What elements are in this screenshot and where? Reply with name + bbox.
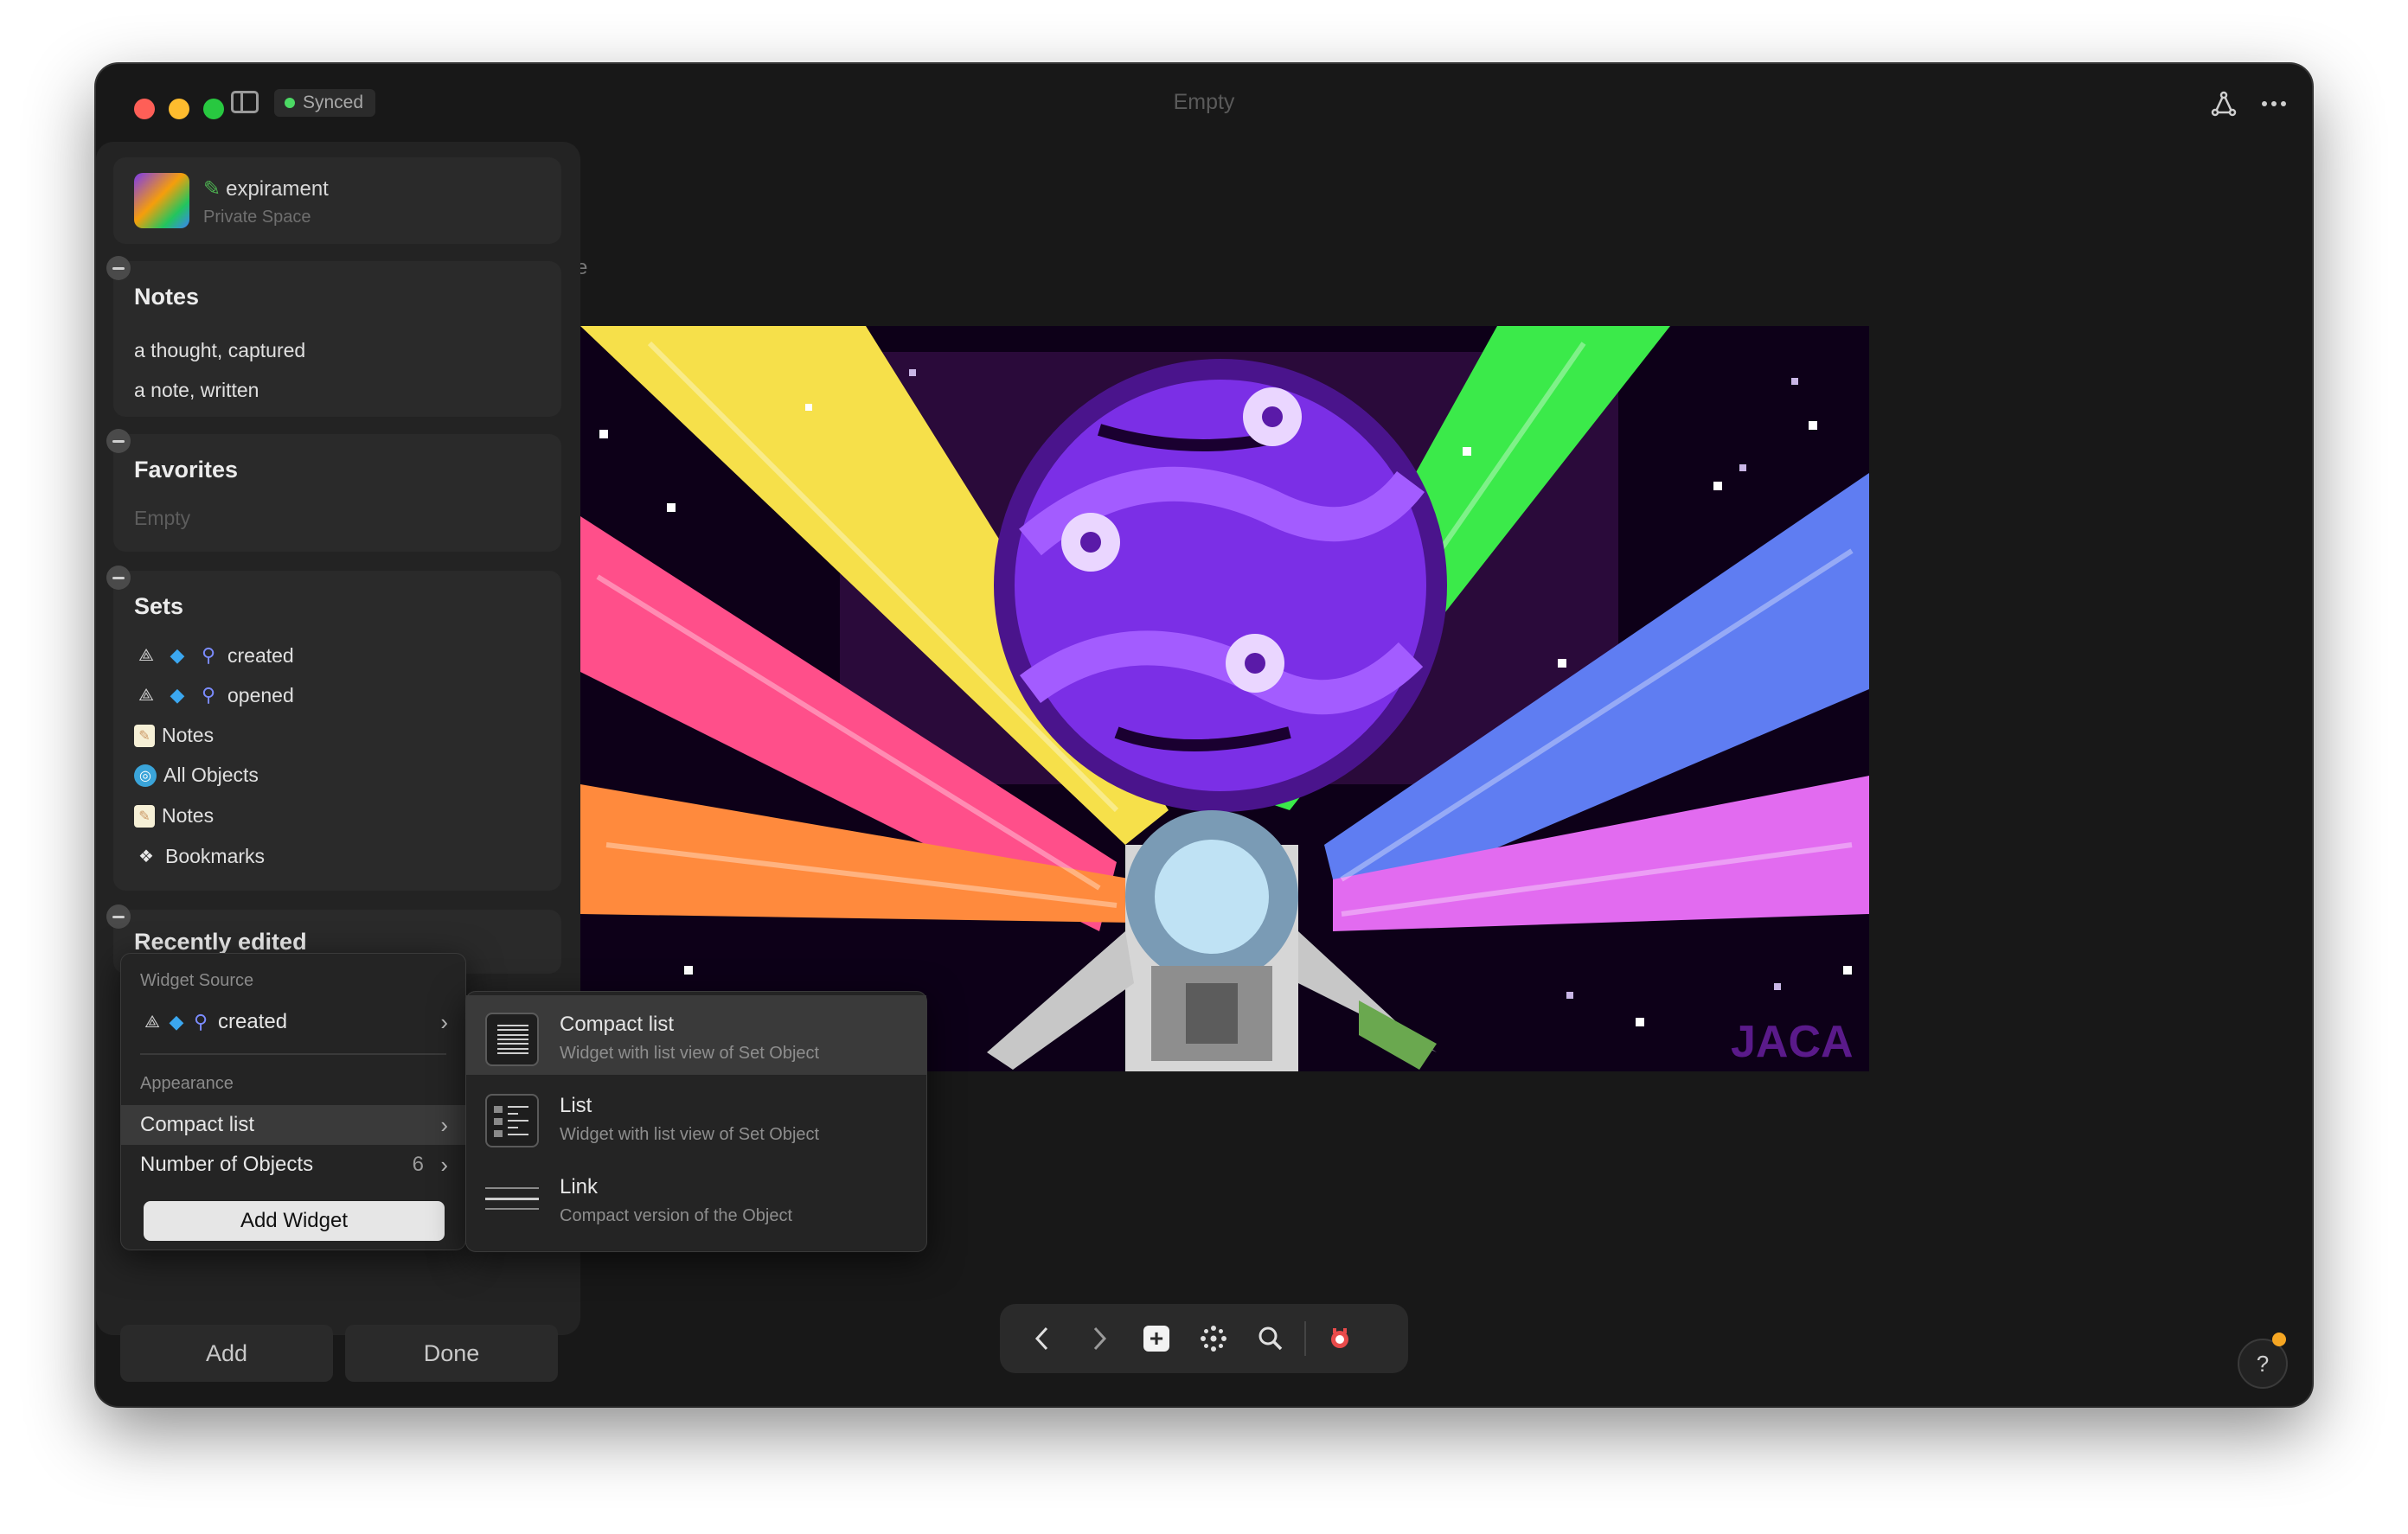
space-avatar [134, 173, 189, 228]
toolbar-divider [1304, 1321, 1306, 1356]
memo-icon: ✎ [134, 804, 155, 828]
triangle-icon: ⟁ [144, 1012, 160, 1032]
link-icon: ⚲ [201, 644, 216, 666]
submenu-item-title: Compact list [560, 1013, 675, 1036]
chevron-right-icon: › [440, 1008, 448, 1035]
objects-label: Number of Objects [140, 1153, 314, 1176]
bookmark-icon: ❖ [138, 847, 154, 866]
submenu-item-compact-list[interactable]: Compact list Widget with list view of Se… [466, 995, 926, 1075]
section-label: Widget Source [140, 971, 254, 990]
space-type: Private Space [203, 208, 311, 227]
link-icon: ⚲ [201, 684, 216, 706]
list-item[interactable]: a thought, captured [134, 339, 305, 362]
remove-widget-icon[interactable] [106, 904, 131, 929]
widget-title: Notes [134, 284, 200, 310]
done-button[interactable]: Done [345, 1325, 558, 1382]
submenu-item-title: List [560, 1094, 592, 1117]
link-style-icon [485, 1187, 539, 1210]
submenu-item-desc: Widget with list view of Set Object [560, 1125, 820, 1144]
widget-sets[interactable]: Sets ⟁ ◆ ⚲ created ⟁ ◆ ⚲ opened ✎ Notes … [113, 571, 561, 891]
diamond-icon: ◆ [170, 684, 185, 706]
widget-notes[interactable]: Notes a thought, captured a note, writte… [113, 261, 561, 417]
empty-placeholder: Empty [134, 507, 191, 529]
window-title: Empty [1173, 90, 1235, 114]
globe-icon: ◎ [134, 764, 157, 787]
list-item[interactable]: a note, written [134, 379, 259, 402]
add-widget-button[interactable]: Add Widget [144, 1201, 445, 1241]
widget-settings-popup: Widget Source ⟁ ◆ ⚲ created › Appearance… [120, 953, 466, 1250]
appearance-value: Compact list [140, 1113, 255, 1136]
chevron-right-icon: › [440, 1111, 448, 1138]
objects-count: 6 [412, 1153, 424, 1176]
title-bar: Synced Empty [96, 64, 2312, 150]
chevron-right-icon: › [440, 1151, 448, 1178]
triangle-icon: ⟁ [138, 685, 154, 705]
remove-widget-icon[interactable] [106, 566, 131, 590]
help-notification-dot [2272, 1333, 2286, 1346]
graph-view-icon[interactable] [1185, 1310, 1242, 1367]
submenu-item-list[interactable]: List Widget with list view of Set Object [466, 1077, 926, 1156]
list-icon [485, 1094, 539, 1147]
appearance-submenu: Compact list Widget with list view of Se… [465, 991, 927, 1252]
source-value: created [218, 1010, 288, 1033]
widget-favorites[interactable]: Favorites Empty [113, 434, 561, 552]
list-item[interactable]: ⟁ ◆ ⚲ opened [134, 683, 294, 707]
list-item[interactable]: ❖ Bookmarks [134, 844, 265, 868]
profile-avatar-icon[interactable] [1311, 1310, 1368, 1367]
cover-image: JACA [580, 326, 1869, 1071]
widget-title: Sets [134, 593, 184, 619]
bottom-toolbar: + [1000, 1304, 1408, 1373]
submenu-item-desc: Compact version of the Object [560, 1206, 793, 1225]
diamond-icon: ◆ [169, 1011, 184, 1032]
add-button[interactable]: Add [120, 1325, 333, 1382]
list-item[interactable]: ⟁ ◆ ⚲ created [134, 643, 294, 668]
submenu-item-desc: Widget with list view of Set Object [560, 1044, 820, 1063]
divider [140, 1053, 446, 1055]
widget-source-row[interactable]: ⟁ ◆ ⚲ created › [121, 1002, 465, 1042]
space-name: ✎ expirament [203, 177, 329, 201]
artist-signature: JACA [1731, 1017, 1854, 1067]
list-item[interactable]: ◎ All Objects [134, 764, 259, 787]
space-card[interactable]: ✎ expirament Private Space [113, 157, 561, 244]
memo-icon: ✎ [134, 724, 155, 747]
triangle-icon: ⟁ [138, 645, 154, 665]
submenu-item-title: Link [560, 1175, 599, 1198]
compact-list-icon [485, 1013, 539, 1066]
widget-title: Favorites [134, 457, 239, 483]
remove-widget-icon[interactable] [106, 256, 131, 280]
more-options-icon[interactable] [2258, 88, 2290, 119]
graph-icon[interactable] [2208, 88, 2239, 119]
list-item[interactable]: ✎ Notes [134, 724, 214, 747]
diamond-icon: ◆ [170, 644, 185, 666]
forward-arrow-icon[interactable] [1071, 1310, 1128, 1367]
search-icon[interactable] [1242, 1310, 1299, 1367]
back-arrow-icon[interactable] [1014, 1310, 1071, 1367]
plus-icon: + [1143, 1326, 1169, 1352]
link-icon: ⚲ [193, 1011, 208, 1032]
number-of-objects-row[interactable]: Number of Objects 6 › [121, 1145, 465, 1185]
appearance-row[interactable]: Compact list › [121, 1105, 465, 1145]
create-object-button[interactable]: + [1128, 1310, 1185, 1367]
app-window: Synced Empty e JACA + ? ✎ expirament Pri… [96, 64, 2312, 1406]
section-label: Appearance [140, 1074, 234, 1093]
submenu-item-link[interactable]: Link Compact version of the Object [466, 1158, 926, 1237]
remove-widget-icon[interactable] [106, 429, 131, 453]
list-item[interactable]: ✎ Notes [134, 804, 214, 828]
pencil-icon: ✎ [203, 177, 221, 201]
pixel-art-astronaut: JACA [580, 326, 1869, 1071]
widget-title: Recently edited [134, 929, 307, 955]
